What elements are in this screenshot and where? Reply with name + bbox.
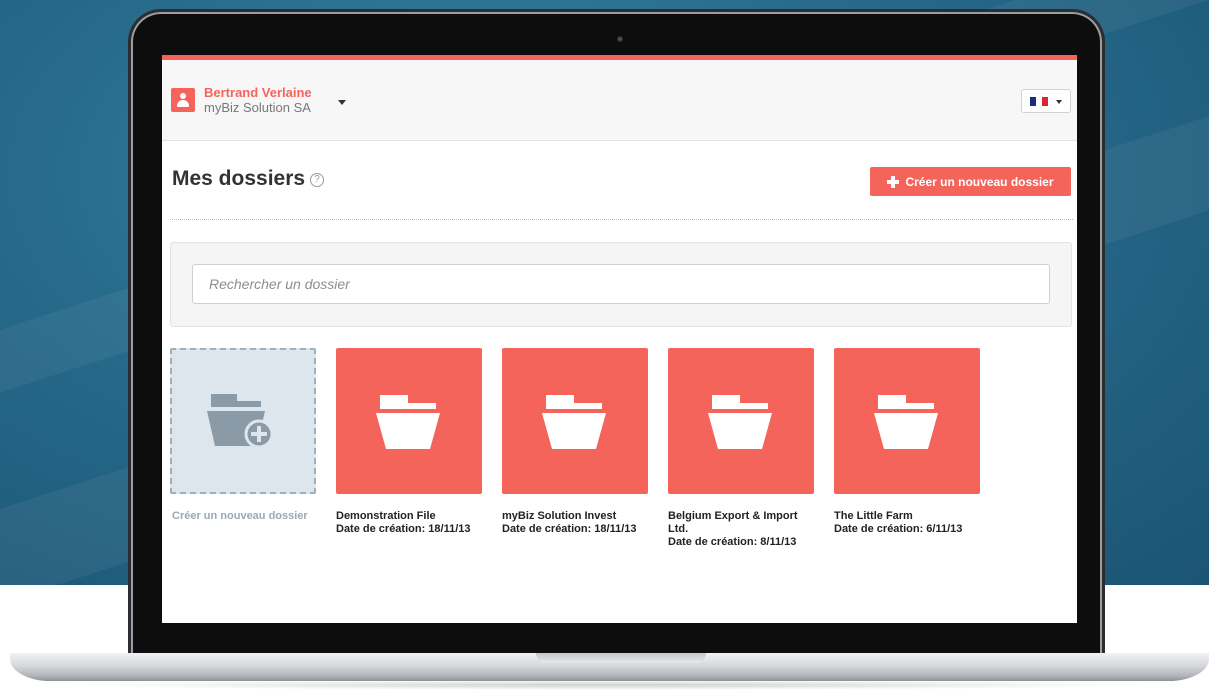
laptop-shadow	[60, 680, 1160, 690]
folder-name[interactable]: Belgium Export & Import Ltd.	[668, 510, 813, 536]
app-header: Bertrand Verlaine myBiz Solution SA	[162, 60, 1077, 141]
create-folder-button[interactable]: Créer un nouveau dossier	[870, 167, 1071, 196]
folder-icon	[542, 395, 606, 449]
folder-tile[interactable]	[668, 348, 814, 494]
folder-date: Date de création: 8/11/13	[668, 536, 797, 548]
folder-add-icon	[207, 394, 274, 449]
folder-date: Date de création: 18/11/13	[502, 523, 637, 535]
user-company[interactable]: myBiz Solution SA	[204, 100, 311, 115]
folder-tile[interactable]	[834, 348, 980, 494]
search-panel	[170, 242, 1072, 327]
new-folder-tile-label[interactable]: Créer un nouveau dossier	[172, 510, 308, 522]
folder-item[interactable]: myBiz Solution Invest Date de création: …	[502, 510, 652, 536]
fr-flag-icon	[1030, 97, 1048, 106]
new-folder-tile[interactable]	[170, 348, 316, 494]
folder-item[interactable]: The Little Farm Date de création: 6/11/1…	[834, 510, 984, 536]
language-caret-icon	[1056, 100, 1062, 104]
folder-name[interactable]: The Little Farm	[834, 510, 984, 523]
folder-item[interactable]: Demonstration File Date de création: 18/…	[336, 510, 486, 536]
page-title: Mes dossiers	[172, 167, 306, 190]
folder-date: Date de création: 6/11/13	[834, 523, 963, 535]
camera-icon	[617, 36, 623, 42]
user-avatar-icon[interactable]	[171, 88, 195, 112]
create-folder-button-label: Créer un nouveau dossier	[905, 174, 1054, 189]
folder-icon	[708, 395, 772, 449]
user-name[interactable]: Bertrand Verlaine	[204, 85, 312, 100]
folder-icon	[376, 395, 440, 449]
flag-stripe-red	[1042, 97, 1048, 106]
app-screen: Bertrand Verlaine myBiz Solution SA Mes …	[162, 55, 1077, 623]
folder-icon	[874, 395, 938, 449]
avatar-torso	[177, 100, 189, 107]
laptop-notch	[536, 653, 706, 663]
search-input[interactable]	[192, 264, 1050, 304]
user-menu-caret-icon[interactable]	[338, 100, 346, 105]
help-icon[interactable]: ?	[310, 173, 324, 187]
folder-item[interactable]: Belgium Export & Import Ltd. Date de cré…	[668, 510, 813, 549]
folder-date: Date de création: 18/11/13	[336, 523, 471, 535]
folder-tile[interactable]	[336, 348, 482, 494]
plus-icon	[887, 175, 900, 188]
folder-tile[interactable]	[502, 348, 648, 494]
avatar-head	[180, 93, 186, 99]
language-selector[interactable]	[1021, 89, 1071, 113]
folder-name[interactable]: myBiz Solution Invest	[502, 510, 652, 523]
folder-name[interactable]: Demonstration File	[336, 510, 486, 523]
dotted-divider	[170, 219, 1073, 220]
